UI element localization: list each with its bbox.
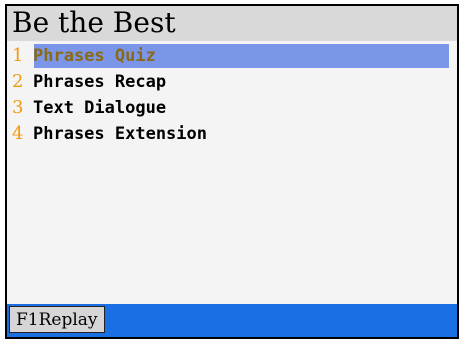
menu-item-label: Phrases Extension xyxy=(33,124,207,144)
title-bar: Be the Best xyxy=(7,6,457,41)
menu-item-number: 2 xyxy=(12,71,24,92)
menu-item-number: 4 xyxy=(12,123,24,144)
replay-softkey-button[interactable]: F1Replay xyxy=(9,306,105,333)
menu-list: 1 Phrases Quiz 2 Phrases Recap 3 Text Di… xyxy=(7,43,457,147)
menu-item-label: Phrases Recap xyxy=(33,72,167,92)
app-window: Be the Best 1 Phrases Quiz 2 Phrases Rec… xyxy=(5,4,459,339)
menu-item-phrases-recap[interactable]: 2 Phrases Recap xyxy=(7,69,457,95)
menu-item-phrases-quiz[interactable]: 1 Phrases Quiz xyxy=(7,43,457,69)
app-title: Be the Best xyxy=(12,6,176,39)
menu-item-text-dialogue[interactable]: 3 Text Dialogue xyxy=(7,95,457,121)
menu-item-label: Text Dialogue xyxy=(33,98,167,118)
menu-item-number: 1 xyxy=(12,45,24,66)
menu-item-label: Phrases Quiz xyxy=(33,46,156,66)
softkey-bar: F1Replay xyxy=(7,304,457,337)
menu-item-number: 3 xyxy=(12,97,24,118)
menu-item-phrases-extension[interactable]: 4 Phrases Extension xyxy=(7,121,457,147)
